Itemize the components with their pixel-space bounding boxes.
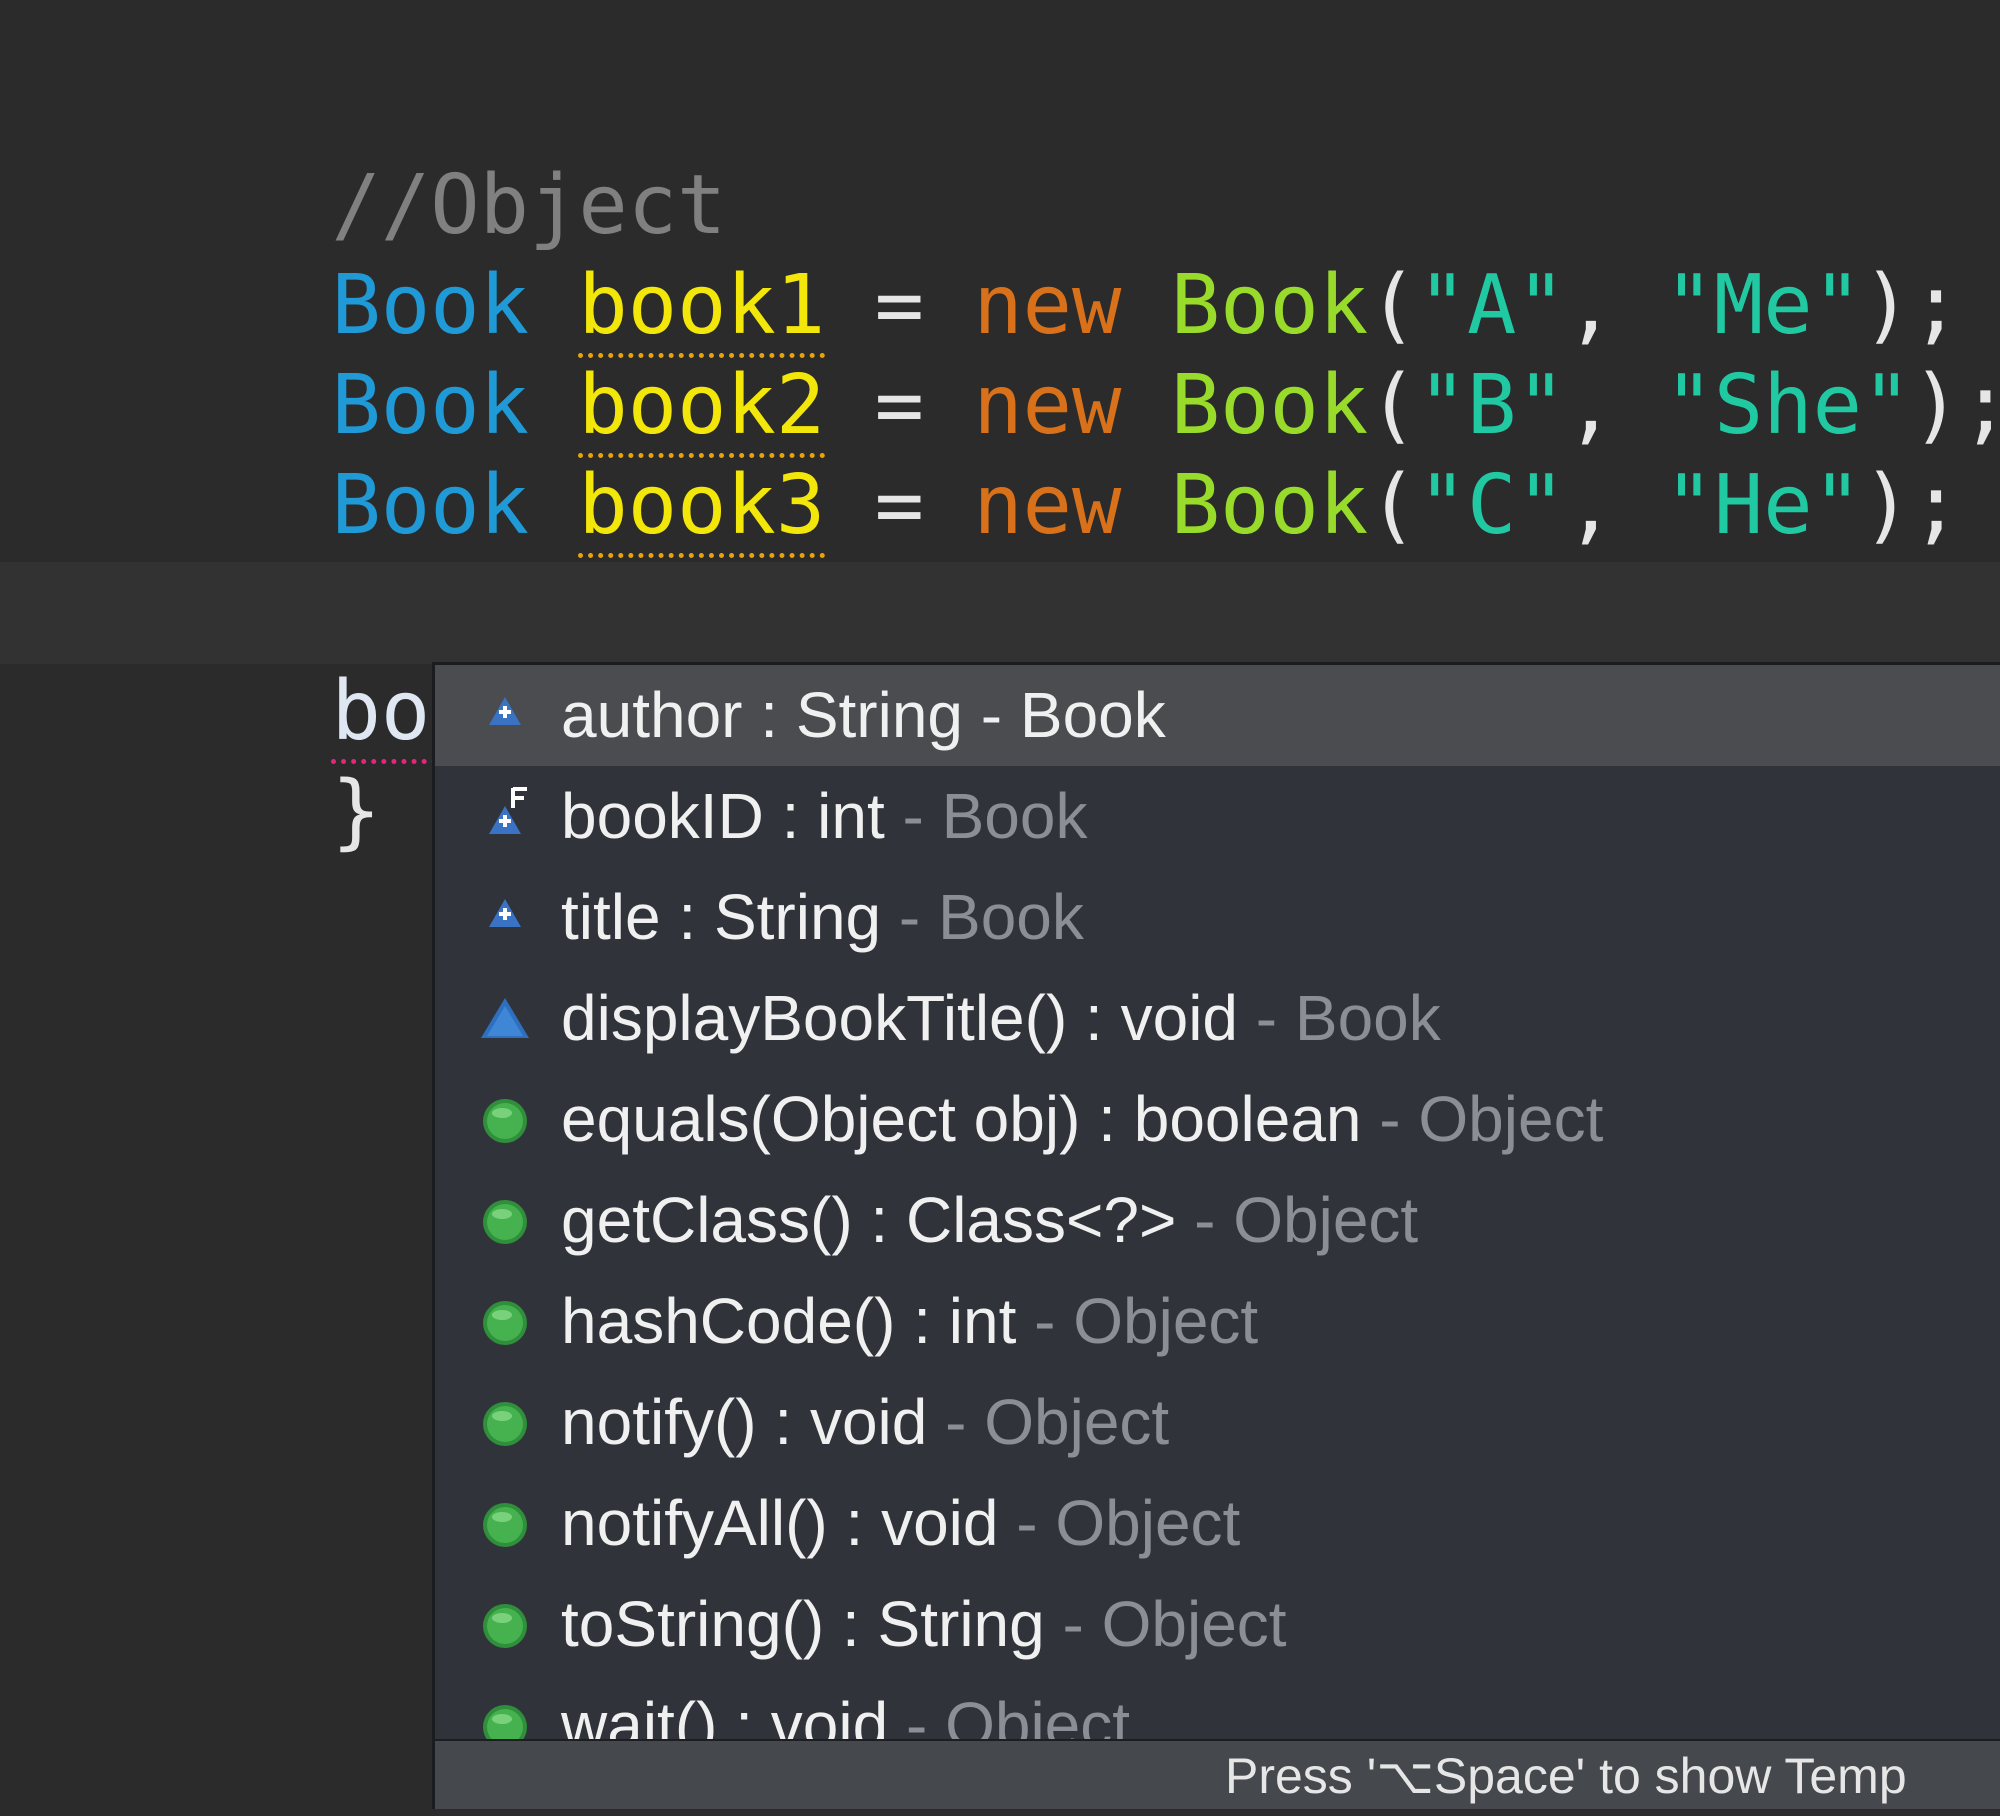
proposal-signature: toString() : String (561, 1588, 1045, 1660)
public-method-icon (475, 1089, 535, 1149)
proposal-owner: Book (1294, 982, 1441, 1054)
proposal-signature: notify() : void (561, 1386, 928, 1458)
proposal-separator: - (963, 679, 1020, 751)
method-default-icon (475, 988, 535, 1048)
closing-brace: } (331, 764, 381, 859)
proposal-owner: Object (945, 1689, 1131, 1739)
proposal-list[interactable]: author : String - Book bookID : int - Bo… (435, 665, 2000, 1739)
proposal-separator: - (1361, 1083, 1419, 1155)
proposal-item-author[interactable]: author : String - Book (435, 665, 2000, 766)
proposal-label: toString() : String - Object (561, 1574, 1287, 1675)
proposal-signature: bookID : int (561, 780, 885, 852)
field-icon (475, 887, 535, 947)
field-icon (475, 685, 535, 745)
proposal-label: notifyAll() : void - Object (561, 1473, 1240, 1574)
public-method-icon (475, 1695, 535, 1739)
proposal-separator: - (884, 780, 942, 852)
proposal-signature: wait() : void (561, 1689, 889, 1739)
proposal-separator: - (888, 1689, 946, 1739)
proposal-label: author : String - Book (561, 665, 1166, 766)
proposal-owner: Book (1019, 679, 1166, 751)
proposal-item-tostring[interactable]: toString() : String - Object (435, 1574, 2000, 1675)
proposal-label: displayBookTitle() : void - Book (561, 968, 1441, 1069)
content-assist-status-bar: Press '⌥Space' to show Temp (435, 1739, 2000, 1809)
code-line-comment[interactable]: //Object (134, 56, 726, 253)
proposal-signature: notifyAll() : void (561, 1487, 999, 1559)
variable-name: book3 (578, 458, 826, 558)
open-paren: ( (1368, 458, 1418, 553)
proposal-label: equals(Object obj) : boolean - Object (561, 1069, 1603, 1170)
proposal-item-bookid[interactable]: bookID : int - Book (435, 766, 2000, 867)
string-literal: "C" (1417, 458, 1566, 553)
code-line-current[interactable]: book1. (134, 562, 642, 764)
proposal-owner: Object (1233, 1184, 1419, 1256)
public-method-icon (475, 1392, 535, 1452)
proposal-separator: - (881, 881, 938, 953)
proposal-label: getClass() : Class<?> - Object (561, 1170, 1418, 1271)
proposal-item-notifyall[interactable]: notifyAll() : void - Object (435, 1473, 2000, 1574)
string-literal: "He" (1664, 458, 1862, 553)
proposal-separator: - (1044, 1588, 1102, 1660)
type-name: Book (331, 458, 529, 553)
proposal-label: title : String - Book (561, 867, 1084, 968)
proposal-separator: - (1016, 1285, 1074, 1357)
proposal-signature: equals(Object obj) : boolean (561, 1083, 1362, 1155)
proposal-owner: Book (938, 881, 1084, 953)
proposal-owner: Book (941, 780, 1088, 852)
proposal-item-displaybooktitle[interactable]: displayBookTitle() : void - Book (435, 968, 2000, 1069)
content-assist-popup[interactable]: author : String - Book bookID : int - Bo… (432, 662, 2000, 1809)
proposal-signature: title : String (561, 881, 882, 953)
code-line-book3[interactable]: Book book3 = new Book("C", "He"); (134, 356, 1961, 558)
proposal-separator: - (998, 1487, 1056, 1559)
proposal-item-getclass[interactable]: getClass() : Class<?> - Object (435, 1170, 2000, 1271)
assign-operator: = (874, 458, 924, 553)
public-method-icon (475, 1594, 535, 1654)
public-method-icon (475, 1493, 535, 1553)
code-line-book2[interactable]: Book book2 = new Book("B", "She"); (134, 256, 2000, 458)
close-paren-semicolon: ); (1862, 458, 1961, 553)
proposal-label: wait() : void - Object (561, 1675, 1130, 1739)
proposal-owner: Object (1073, 1285, 1259, 1357)
proposal-signature: hashCode() : int (561, 1285, 1017, 1357)
proposal-separator: - (1176, 1184, 1234, 1256)
proposal-label: notify() : void - Object (561, 1372, 1169, 1473)
proposal-separator: - (927, 1386, 985, 1458)
proposal-label: hashCode() : int - Object (561, 1271, 1258, 1372)
proposal-separator: - (1238, 982, 1295, 1054)
code-editor[interactable]: //Object Book book1 = new Book("A", "Me"… (0, 0, 2000, 1816)
code-line-closing-brace[interactable]: } (134, 662, 380, 859)
proposal-label: bookID : int - Book (561, 766, 1087, 867)
comma: , (1565, 458, 1665, 553)
proposal-signature: author : String (561, 679, 963, 751)
final-field-icon (475, 786, 535, 846)
constructor-name: Book (1170, 458, 1369, 553)
new-keyword: new (973, 458, 1122, 553)
proposal-owner: Object (984, 1386, 1170, 1458)
proposal-owner: Object (1418, 1083, 1604, 1155)
status-hint-text: Press '⌥Space' to show Temp (1225, 1748, 1907, 1804)
public-method-icon (475, 1190, 535, 1250)
proposal-item-hashcode[interactable]: hashCode() : int - Object (435, 1271, 2000, 1372)
proposal-owner: Object (1055, 1487, 1241, 1559)
code-line-book1[interactable]: Book book1 = new Book("A", "Me"); (134, 156, 1961, 358)
proposal-item-title[interactable]: title : String - Book (435, 867, 2000, 968)
proposal-item-notify[interactable]: notify() : void - Object (435, 1372, 2000, 1473)
proposal-owner: Object (1101, 1588, 1287, 1660)
proposal-signature: getClass() : Class<?> (561, 1184, 1177, 1256)
proposal-signature: displayBookTitle() : void (561, 982, 1238, 1054)
public-method-icon (475, 1291, 535, 1351)
proposal-item-equals[interactable]: equals(Object obj) : boolean - Object (435, 1069, 2000, 1170)
proposal-item-wait[interactable]: wait() : void - Object (435, 1675, 2000, 1739)
